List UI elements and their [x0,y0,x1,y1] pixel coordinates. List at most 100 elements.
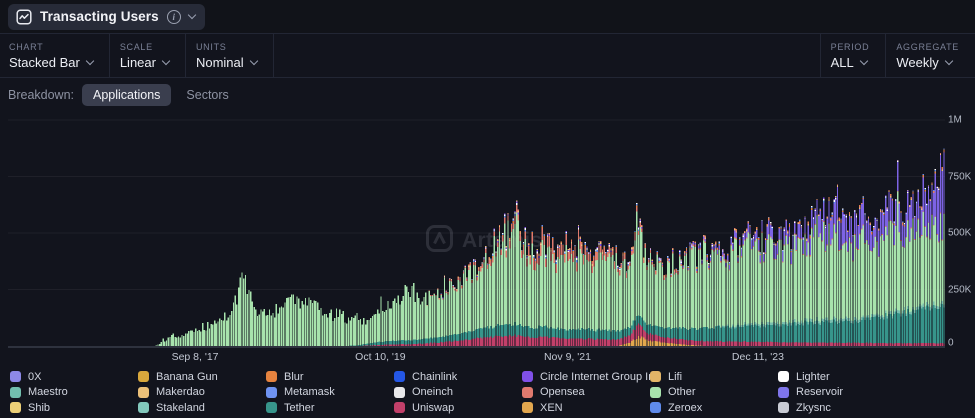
legend-label: Zeroex [668,401,703,414]
legend-item-0x[interactable]: 0X [10,369,138,385]
legend-swatch [650,371,661,383]
legend-item-reservoir[interactable]: Reservoir [778,385,906,401]
legend-swatch [522,386,533,398]
legend-label: Chainlink [412,370,458,383]
breakdown-label: Breakdown: [8,88,75,102]
legend-item-opensea[interactable]: Opensea [522,385,650,401]
breakdown-row: Breakdown: Applications Sectors [0,78,975,112]
info-icon[interactable]: i [166,9,181,24]
y-tick-label: 250K [948,284,972,295]
x-tick-label: Oct 10, '19 [355,351,406,363]
chart-legend: 0X Banana Gun Blur Chainlink Circle Internet… [0,366,975,416]
legend-swatch [394,402,405,414]
legend-label: Reservoir [796,386,844,399]
aggregate-dropdown[interactable]: AGGREGATE Weekly [885,34,975,77]
legend-item-other[interactable]: Other [650,385,778,401]
legend-swatch [266,371,277,383]
legend-swatch [650,402,661,414]
aggregate-label: AGGREGATE [896,41,959,52]
legend-item-stakeland[interactable]: Stakeland [138,400,266,416]
legend-label: Tether [284,401,315,414]
chevron-down-icon [249,56,258,65]
period-label: PERIOD [830,41,870,52]
x-tick-label: Nov 9, '21 [543,351,591,363]
legend-label: Lighter [796,370,830,383]
metric-selector[interactable]: Transacting Users i [8,3,205,30]
scale-value: Linear [119,54,156,70]
chart-controls: CHART Stacked Bar SCALE Linear UNITS Nom… [0,33,975,78]
y-tick-label: 500K [948,227,972,239]
legend-swatch [266,386,277,398]
y-tick-label: 750K [948,171,972,182]
units-value: Nominal [195,54,244,70]
legend-swatch [394,371,405,383]
legend-label: Maestro [28,386,68,399]
legend-item-maestro[interactable]: Maestro [10,385,138,401]
legend-label: Metamask [284,386,335,399]
legend-label: Uniswap [412,401,455,414]
legend-item-oneinch[interactable]: Oneinch [394,385,522,401]
legend-item-uniswap[interactable]: Uniswap [394,400,522,416]
chart-area: Artemis 1M 750K 500K 250K 0 Sep 8, '17 Oct 10… [0,112,975,366]
legend-label: Makerdao [156,386,205,399]
legend-item-metamask[interactable]: Metamask [266,385,394,401]
legend-swatch [778,371,789,383]
controls-spacer [274,34,820,77]
legend-label: Banana Gun [156,370,218,383]
legend-swatch [778,402,789,414]
legend-label: Stakeland [156,401,205,414]
legend-swatch [266,402,277,414]
legend-item-banana-gun[interactable]: Banana Gun [138,369,266,385]
legend-item-tether[interactable]: Tether [266,400,394,416]
legend-swatch [778,386,789,398]
legend-swatch [138,371,149,383]
legend-swatch [138,386,149,398]
legend-item-makerdao[interactable]: Makerdao [138,385,266,401]
legend-swatch [394,386,405,398]
chevron-down-icon [187,10,197,20]
chart-type-dropdown[interactable]: CHART Stacked Bar [0,34,110,77]
top-bar: Transacting Users i [0,0,975,33]
legend-swatch [522,402,533,414]
legend-label: Blur [284,370,304,383]
legend-label: 0X [28,370,42,383]
units-label: UNITS [195,41,227,52]
chart-type-value: Stacked Bar [9,54,80,70]
breakdown-tab-sectors[interactable]: Sectors [179,84,235,106]
scale-label: SCALE [119,41,153,52]
legend-item-lighter[interactable]: Lighter [778,369,906,385]
legend-swatch [522,371,533,383]
legend-label: XEN [540,401,563,414]
legend-item-lifi[interactable]: Lifi [650,369,778,385]
aggregate-value: Weekly [896,54,939,70]
legend-swatch [10,371,21,383]
legend-item-xen[interactable]: XEN [522,400,650,416]
legend-swatch [650,386,661,398]
legend-swatch [10,402,21,414]
chart-type-label: CHART [9,41,44,52]
legend-swatch [10,386,21,398]
legend-item-circle-internet-group-inc[interactable]: Circle Internet Group Inc [522,369,660,385]
legend-label: Opensea [540,386,585,399]
units-dropdown[interactable]: UNITS Nominal [186,34,274,77]
breakdown-tab-applications[interactable]: Applications [82,84,172,106]
legend-label: Zkysnc [796,401,831,414]
legend-label: Circle Internet Group Inc [540,370,660,383]
y-tick-label: 0 [948,337,954,349]
period-value: ALL [830,54,854,70]
y-tick-label: 1M [948,114,962,126]
chevron-down-icon [161,56,171,65]
legend-label: Shib [28,401,51,414]
legend-item-chainlink[interactable]: Chainlink [394,369,522,385]
legend-item-zkysnc[interactable]: Zkysnc [778,400,906,416]
period-dropdown[interactable]: PERIOD ALL [819,34,886,77]
stacked-bar-plot[interactable] [0,112,948,352]
legend-item-shib[interactable]: Shib [10,400,138,416]
legend-label: Oneinch [412,386,453,399]
legend-item-blur[interactable]: Blur [266,369,394,385]
scale-dropdown[interactable]: SCALE Linear [110,34,186,77]
legend-label: Other [668,386,696,399]
line-chart-icon [16,8,32,25]
legend-item-zeroex[interactable]: Zeroex [650,400,778,416]
chevron-down-icon [859,56,869,65]
